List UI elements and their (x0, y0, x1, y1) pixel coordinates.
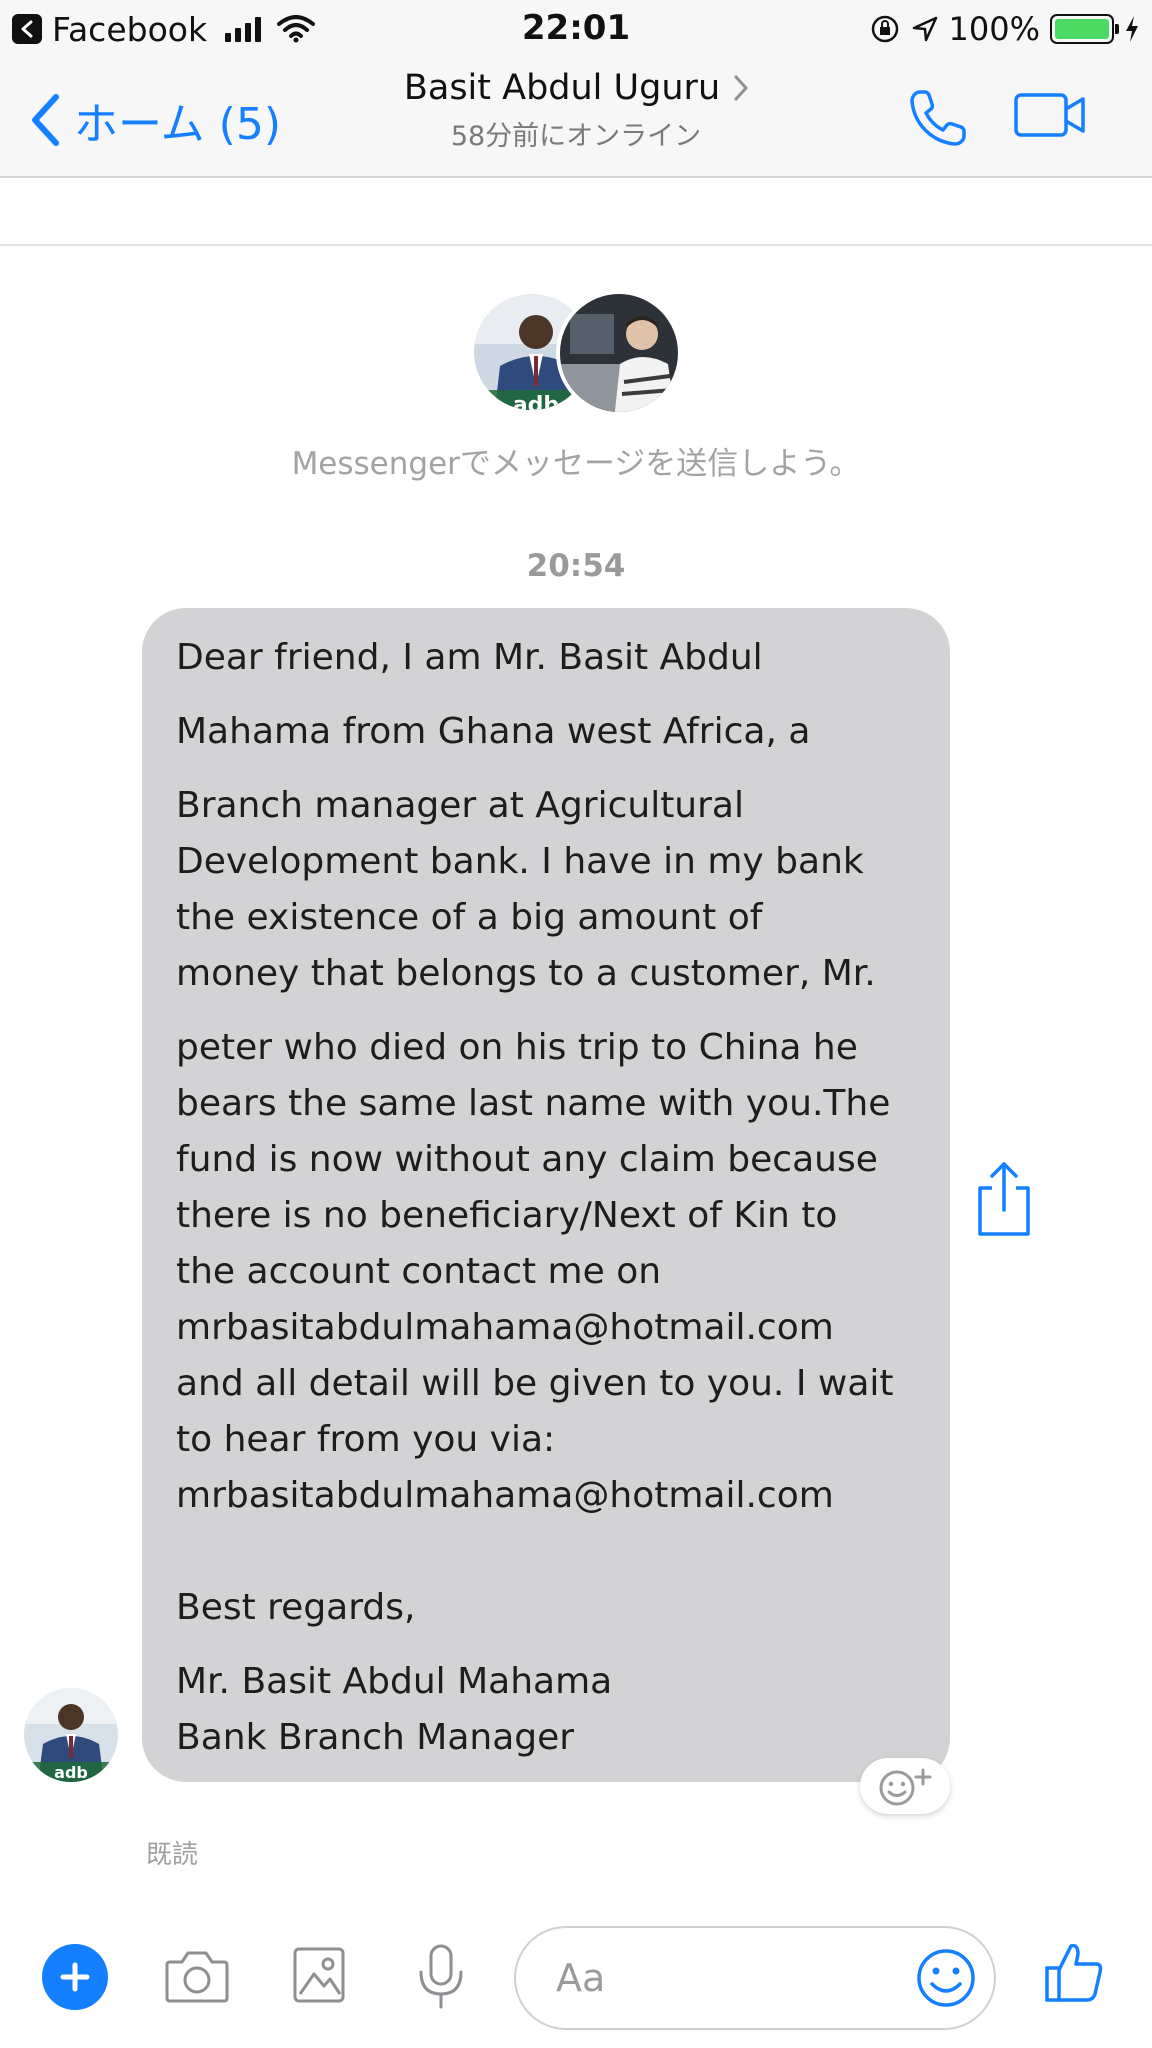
message-timestamp: 20:54 (526, 548, 626, 584)
battery-icon (1050, 14, 1119, 44)
user-avatar (556, 290, 682, 416)
message-paragraph: Mr. Basit Abdul Mahama Bank Branch Manag… (176, 1661, 613, 1758)
contact-name: Basit Abdul Uguru (403, 68, 721, 108)
message-paragraph: Dear friend, I am Mr. Basit Abdul (176, 637, 763, 678)
phone-icon (910, 90, 966, 146)
message-composer: Aa (0, 1900, 1152, 2048)
incoming-message-bubble[interactable]: Dear friend, I am Mr. Basit Abdul Mahama… (142, 608, 950, 1782)
svg-text:adb: adb (54, 1763, 88, 1782)
message-input-placeholder: Aa (556, 1956, 606, 2000)
emoji-button[interactable] (914, 1946, 978, 2014)
online-status: 58分前にオンライン (450, 121, 702, 152)
like-button[interactable] (1044, 1940, 1104, 2008)
battery-level-fill (1055, 19, 1109, 39)
start-conversation-prompt: Messengerでメッセージを送信しよう。 (291, 446, 861, 482)
emoji-icon (917, 1949, 975, 2007)
camera-icon (165, 1951, 229, 2003)
message-paragraph: peter who died on his trip to China he b… (176, 1027, 894, 1628)
chevron-right-icon (734, 75, 748, 101)
video-call-button[interactable] (1014, 92, 1086, 142)
orientation-lock-icon (871, 15, 898, 43)
share-icon (978, 1162, 1030, 1236)
message-input[interactable]: Aa (514, 1926, 996, 2030)
read-receipt: 既読 (146, 1840, 199, 1870)
share-message-button[interactable] (972, 1158, 1036, 1244)
header-divider (0, 244, 1152, 246)
microphone-icon (419, 1944, 463, 2009)
add-reaction-button[interactable] (860, 1758, 950, 1814)
camera-button[interactable] (164, 1948, 230, 2008)
location-arrow-icon (912, 16, 937, 42)
status-bar: Facebook 22:01 100% (0, 0, 1152, 58)
svg-text:adb: adb (513, 393, 559, 414)
status-bar-right: 100% (869, 10, 1140, 48)
participant-avatars[interactable]: adb (470, 290, 690, 416)
video-camera-icon (1014, 93, 1085, 137)
charging-bolt-icon (1126, 16, 1138, 42)
message-paragraph: Mahama from Ghana west Africa, a (176, 711, 811, 752)
sender-avatar[interactable]: adb (24, 1688, 118, 1782)
thumbs-up-icon (1045, 1943, 1103, 2002)
contact-name-row: Basit Abdul Uguru (404, 68, 748, 108)
conversation-header: ホーム (5) Basit Abdul Uguru 58分前にオンライン (0, 58, 1152, 178)
voice-call-button[interactable] (906, 86, 970, 154)
plus-icon (60, 1962, 90, 1992)
battery-percentage: 100% (948, 10, 1040, 48)
photo-gallery-button[interactable] (292, 1946, 346, 2008)
contact-info[interactable]: Basit Abdul Uguru 58分前にオンライン (0, 68, 1152, 153)
add-reaction-icon (879, 1768, 932, 1806)
message-paragraph: Branch manager at Agricultural Developme… (176, 785, 876, 994)
voice-message-button[interactable] (412, 1944, 470, 2014)
image-icon (293, 1947, 345, 2003)
more-actions-button[interactable] (42, 1944, 108, 2010)
